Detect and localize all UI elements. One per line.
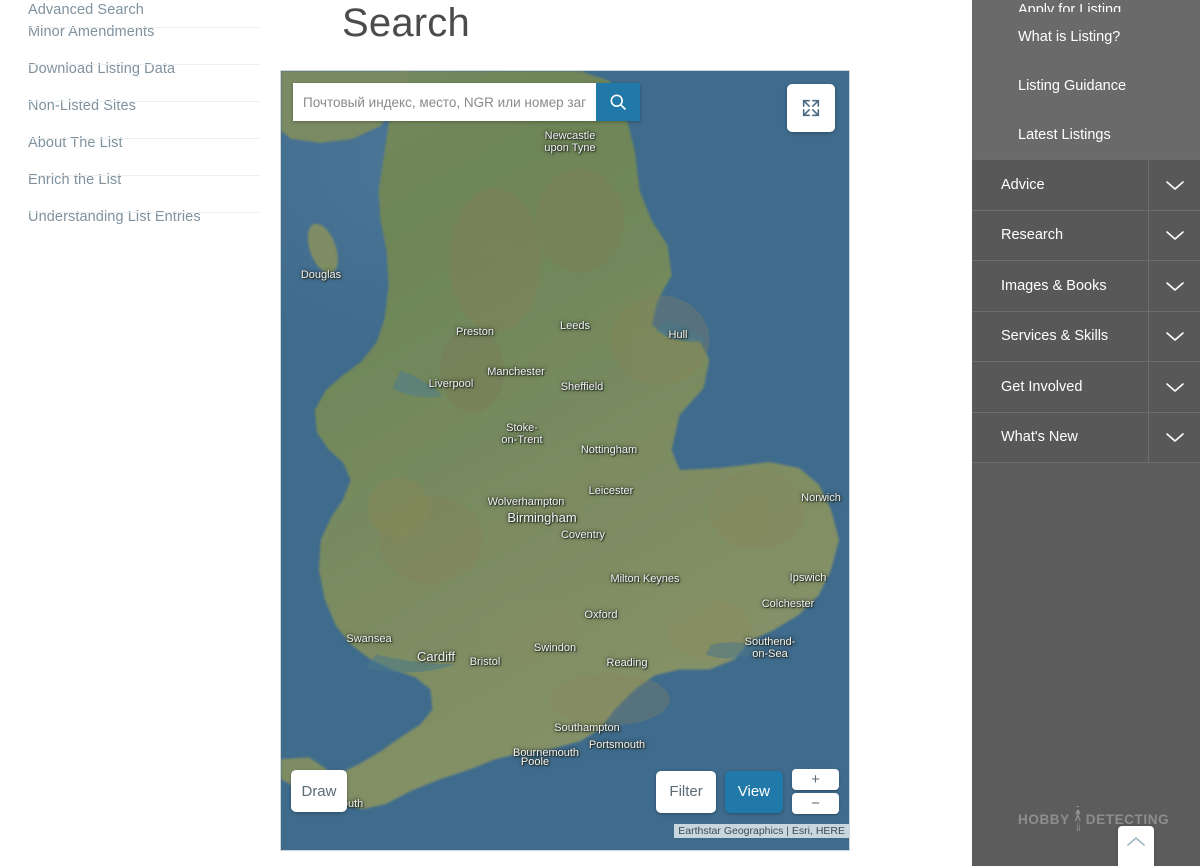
page-title: Search bbox=[342, 0, 470, 45]
sidebar-item-latest-listings[interactable]: Latest Listings bbox=[972, 110, 1200, 159]
search-icon bbox=[610, 94, 627, 111]
accordion-row-get-involved[interactable]: Get Involved bbox=[972, 361, 1200, 412]
nav-divider bbox=[28, 64, 260, 65]
sidebar-item-advanced-search[interactable]: Advanced Search bbox=[0, 0, 280, 14]
chevron-down-icon bbox=[1165, 281, 1184, 291]
sidebar-item-enrich-the-list[interactable]: Enrich the List bbox=[0, 162, 280, 199]
zoom-controls: + − bbox=[792, 769, 839, 814]
sidebar-item-what-is-listing[interactable]: What is Listing? bbox=[972, 12, 1200, 61]
fullscreen-expand-icon bbox=[802, 99, 820, 117]
accordion-toggle[interactable] bbox=[1148, 210, 1200, 260]
accordion-label: Research bbox=[1001, 227, 1064, 244]
map-bottom-controls: Filter View + − bbox=[656, 769, 839, 814]
map-canvas[interactable]: Newcastle upon Tyne Douglas Preston Leed… bbox=[281, 71, 849, 850]
chevron-up-icon bbox=[1127, 837, 1145, 846]
chevron-down-icon bbox=[1165, 180, 1184, 190]
sidebar-item-label: What is Listing? bbox=[1018, 28, 1121, 45]
nav-divider bbox=[28, 101, 260, 102]
chevron-down-icon bbox=[1165, 332, 1184, 342]
sidebar-item-non-listed-sites[interactable]: Non-Listed Sites bbox=[0, 88, 280, 125]
map-attribution: Earthstar Geographics | Esri, HERE bbox=[674, 824, 849, 838]
search-button[interactable] bbox=[596, 83, 640, 121]
nav-divider bbox=[28, 212, 260, 213]
accordion-toggle[interactable] bbox=[1148, 412, 1200, 462]
accordion-row-research[interactable]: Research bbox=[972, 209, 1200, 260]
accordion-toggle[interactable] bbox=[1148, 362, 1200, 412]
sidebar-item-minor-amendments[interactable]: Minor Amendments bbox=[0, 14, 280, 51]
sidebar-item-apply-for-listing[interactable]: Apply for Listing bbox=[972, 0, 1200, 12]
left-nav-link[interactable]: Advanced Search bbox=[28, 2, 144, 14]
accordion-row-images-and-books[interactable]: Images & Books bbox=[972, 260, 1200, 311]
map-search-bar[interactable] bbox=[293, 83, 640, 121]
map-land-layer bbox=[281, 71, 849, 850]
accordion-label: Get Involved bbox=[1001, 378, 1083, 395]
watermark-text-right: DETECTING bbox=[1085, 811, 1170, 827]
accordion-label: Advice bbox=[1001, 176, 1045, 193]
accordion-row-whats-new[interactable]: What's New bbox=[972, 411, 1200, 462]
accordion-label: Services & Skills bbox=[1001, 328, 1109, 345]
left-sidebar-nav: Advanced Search Minor Amendments Downloa… bbox=[0, 0, 280, 866]
page-root: Advanced Search Minor Amendments Downloa… bbox=[0, 0, 1200, 866]
accordion-toggle[interactable] bbox=[1148, 311, 1200, 361]
sidebar-item-label: Listing Guidance bbox=[1018, 77, 1127, 94]
map-viewport[interactable]: Newcastle upon Tyne Douglas Preston Leed… bbox=[280, 70, 850, 851]
sidebar-item-about-the-list[interactable]: About The List bbox=[0, 125, 280, 162]
chevron-down-icon bbox=[1165, 433, 1184, 443]
zoom-in-button[interactable]: + bbox=[792, 769, 839, 790]
back-to-top-button[interactable] bbox=[1118, 826, 1154, 866]
accordion-row-advice[interactable]: Advice bbox=[972, 159, 1200, 210]
nav-divider bbox=[28, 138, 260, 139]
watermark-text-left: HOBBY bbox=[1018, 811, 1070, 827]
right-sidebar-accordion: Advice Research Images & Books Services … bbox=[972, 159, 1200, 463]
right-sidebar-sublinks: Apply for Listing What is Listing? Listi… bbox=[972, 0, 1200, 159]
right-sidebar: Apply for Listing What is Listing? Listi… bbox=[972, 0, 1200, 866]
accordion-toggle[interactable] bbox=[1148, 160, 1200, 210]
view-button[interactable]: View bbox=[724, 770, 783, 813]
fullscreen-button[interactable] bbox=[787, 84, 835, 132]
chevron-down-icon bbox=[1165, 231, 1184, 241]
accordion-row-services-and-skills[interactable]: Services & Skills bbox=[972, 310, 1200, 361]
filter-button[interactable]: Filter bbox=[656, 770, 716, 813]
nav-divider bbox=[28, 175, 260, 176]
draw-button[interactable]: Draw bbox=[291, 770, 347, 812]
sidebar-item-label: Apply for Listing bbox=[1018, 2, 1122, 12]
sidebar-item-understanding-list-entries[interactable]: Understanding List Entries bbox=[0, 199, 280, 236]
metal-detectorist-figure-icon bbox=[1074, 806, 1081, 831]
search-input[interactable] bbox=[293, 83, 596, 121]
accordion-label: What's New bbox=[1001, 429, 1078, 446]
accordion-toggle[interactable] bbox=[1148, 261, 1200, 311]
chevron-down-icon bbox=[1165, 382, 1184, 392]
sidebar-item-listing-guidance[interactable]: Listing Guidance bbox=[972, 61, 1200, 110]
sidebar-item-label: Latest Listings bbox=[1018, 126, 1111, 143]
zoom-out-button[interactable]: − bbox=[792, 793, 839, 814]
accordion-label: Images & Books bbox=[1001, 277, 1107, 294]
nav-divider bbox=[28, 27, 260, 28]
sidebar-item-download-listing-data[interactable]: Download Listing Data bbox=[0, 51, 280, 88]
left-nav-list: Advanced Search Minor Amendments Downloa… bbox=[0, 0, 280, 236]
